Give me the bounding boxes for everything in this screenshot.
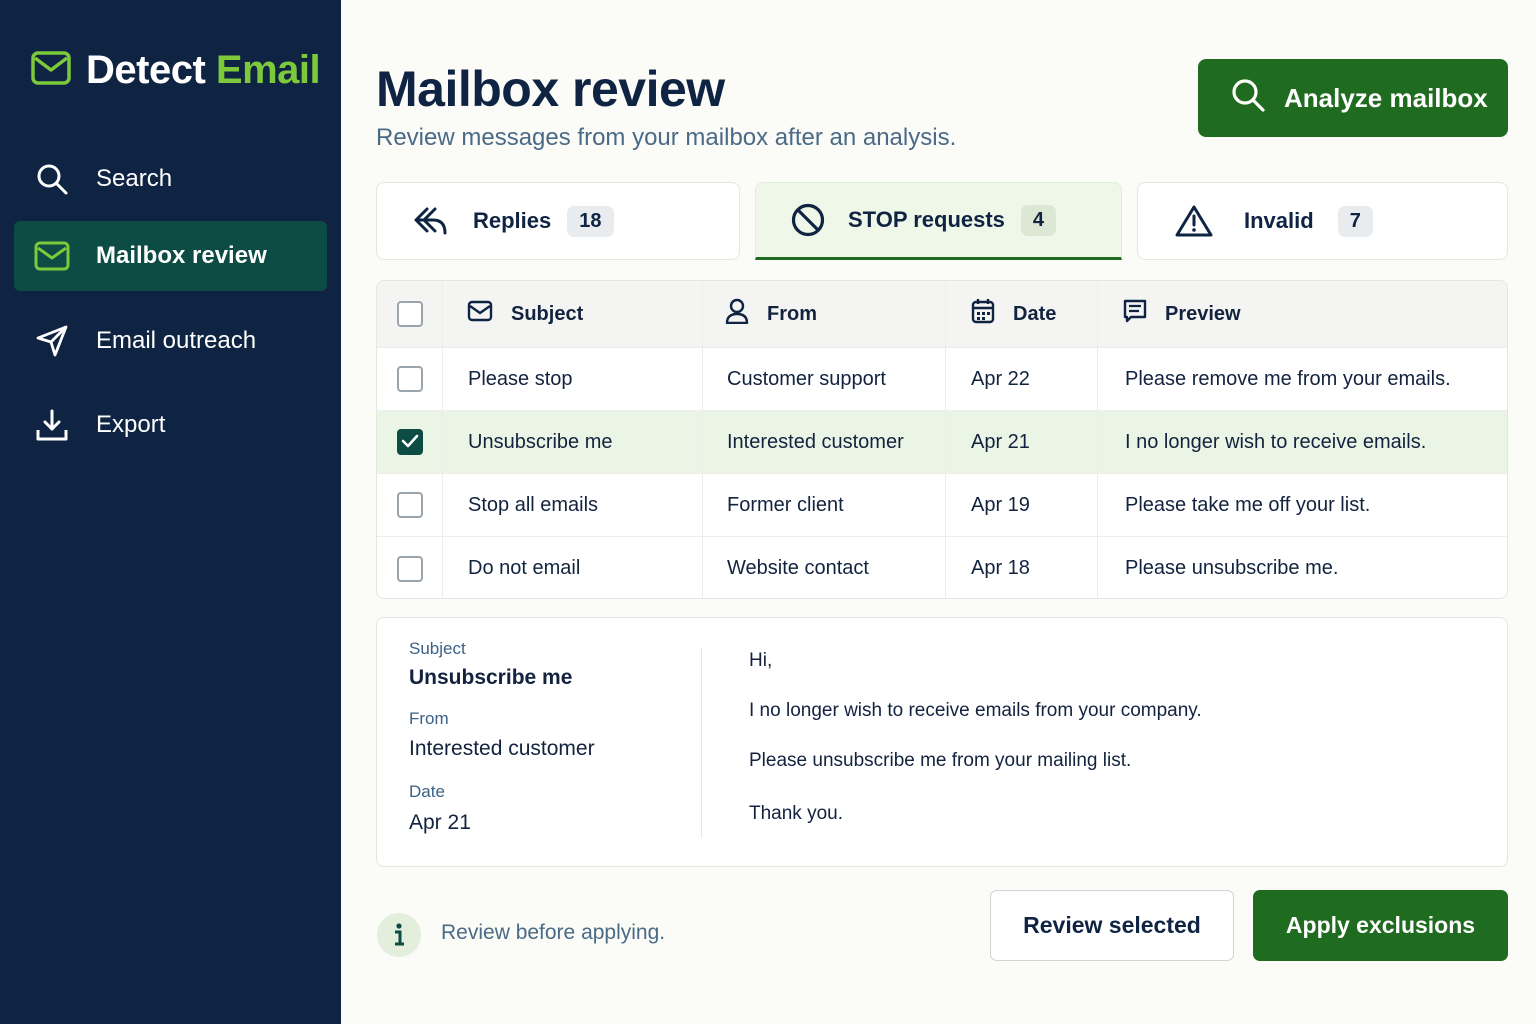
tab-label: Replies	[473, 208, 552, 233]
message-body-line: I no longer wish to receive emails from …	[749, 700, 1202, 721]
tab-count-badge: 4	[1020, 204, 1057, 236]
detail-from: Interested customer	[409, 737, 595, 760]
column-header-from[interactable]: From	[703, 281, 946, 347]
cell-date: Apr 19	[946, 474, 1098, 536]
column-label: Date	[1013, 302, 1057, 325]
row-select-cell	[377, 411, 443, 473]
table-header-row: Subject From Date Preview	[377, 281, 1507, 348]
detail-date: Apr 21	[409, 811, 471, 834]
cell-date: Apr 18	[946, 537, 1098, 598]
cell-from: Interested customer	[703, 411, 946, 473]
sidebar-item-label: Search	[96, 165, 173, 192]
block-icon	[788, 200, 828, 240]
row-checkbox[interactable]	[396, 429, 423, 455]
messages-table: Subject From Date Preview Please stop Cu…	[376, 280, 1508, 599]
reply-icon	[411, 201, 451, 241]
cell-subject: Please stop	[443, 348, 703, 410]
table-row[interactable]: Unsubscribe me Interested customer Apr 2…	[377, 411, 1507, 474]
tab-invalid[interactable]: Invalid 7	[1137, 182, 1508, 260]
page-subtitle: Review messages from your mailbox after …	[376, 124, 957, 151]
cell-preview: Please take me off your list.	[1125, 493, 1371, 516]
brand-logo[interactable]: Detect Email	[30, 48, 321, 93]
message-detail-panel: Subject Unsubscribe me From Interested c…	[376, 617, 1508, 867]
sidebar: Detect Email Search Mailbox review Email…	[0, 0, 341, 1024]
brand-name: Detect Email	[86, 48, 321, 92]
tab-replies[interactable]: Replies 18	[376, 182, 740, 260]
detail-from-label: From	[409, 709, 449, 728]
message-body-line: Thank you.	[749, 803, 843, 824]
page-title: Mailbox review	[376, 61, 725, 117]
detail-subject-label: Subject	[409, 639, 466, 658]
cell-from: Website contact	[703, 537, 946, 598]
cell-preview: Please remove me from your emails.	[1125, 367, 1451, 390]
check-icon	[401, 431, 419, 454]
tab-count-badge: 7	[1337, 205, 1373, 237]
sidebar-item-label: Email outreach	[96, 327, 257, 354]
sidebar-item-label: Mailbox review	[96, 242, 267, 269]
tab-stop-requests[interactable]: STOP requests 4	[755, 182, 1122, 260]
column-label: Preview	[1165, 302, 1241, 325]
warning-icon	[1174, 201, 1214, 241]
detail-divider	[701, 648, 702, 838]
cell-date: Apr 22	[946, 348, 1098, 410]
cell-subject: Stop all emails	[443, 474, 703, 536]
tab-label: STOP requests	[848, 207, 1005, 232]
info-icon	[377, 913, 421, 957]
detail-date-label: Date	[409, 782, 445, 801]
message-body-line: Hi,	[749, 650, 773, 671]
sidebar-item-label: Export	[96, 411, 166, 438]
cell-from: Former client	[703, 474, 946, 536]
send-icon	[34, 323, 70, 359]
calendar-icon	[971, 298, 995, 330]
row-select-cell	[377, 348, 443, 410]
search-icon	[34, 161, 70, 197]
row-select-cell	[377, 474, 443, 536]
user-icon	[725, 298, 749, 330]
cell-preview: Please unsubscribe me.	[1125, 557, 1339, 579]
row-checkbox[interactable]	[396, 492, 423, 518]
tab-label: Invalid	[1244, 208, 1314, 233]
row-checkbox[interactable]	[396, 366, 423, 392]
row-select-cell	[377, 537, 443, 598]
mail-icon	[467, 300, 493, 328]
cell-date: Apr 21	[946, 411, 1098, 473]
table-row[interactable]: Stop all emails Former client Apr 19 Ple…	[377, 474, 1507, 537]
column-header-preview[interactable]: Preview	[1098, 281, 1507, 347]
message-body-line: Please unsubscribe me from your mailing …	[749, 750, 1132, 771]
select-all-cell	[377, 281, 443, 347]
tab-count-badge: 18	[567, 205, 614, 237]
apply-exclusions-button[interactable]: Apply exclusions	[1253, 890, 1508, 961]
mail-icon	[30, 48, 72, 93]
cell-preview: I no longer wish to receive emails.	[1125, 430, 1427, 453]
table-row[interactable]: Do not email Website contact Apr 18 Plea…	[377, 537, 1507, 598]
detail-subject: Unsubscribe me	[409, 666, 573, 689]
sidebar-item-mailbox-review[interactable]: Mailbox review	[14, 221, 327, 291]
mail-icon	[34, 238, 70, 274]
search-icon	[1230, 77, 1266, 120]
cell-subject: Do not email	[443, 537, 703, 598]
row-checkbox[interactable]	[396, 555, 423, 582]
select-all-checkbox[interactable]	[396, 301, 423, 327]
review-selected-button[interactable]: Review selected	[990, 890, 1234, 961]
column-label: From	[767, 302, 817, 325]
message-icon	[1123, 299, 1147, 329]
column-header-date[interactable]: Date	[946, 281, 1098, 347]
sidebar-item-export[interactable]: Export	[14, 390, 327, 460]
cell-from: Customer support	[703, 348, 946, 410]
table-row[interactable]: Please stop Customer support Apr 22 Plea…	[377, 348, 1507, 411]
analyze-mailbox-button[interactable]: Analyze mailbox	[1198, 59, 1508, 137]
info-message: Review before applying.	[441, 921, 666, 944]
column-label: Subject	[511, 302, 584, 325]
sidebar-item-email-outreach[interactable]: Email outreach	[14, 306, 327, 376]
cell-subject: Unsubscribe me	[443, 411, 703, 473]
sidebar-item-search[interactable]: Search	[14, 144, 327, 214]
column-header-subject[interactable]: Subject	[443, 281, 703, 347]
download-icon	[34, 407, 70, 443]
analyze-mailbox-label: Analyze mailbox	[1284, 82, 1488, 113]
